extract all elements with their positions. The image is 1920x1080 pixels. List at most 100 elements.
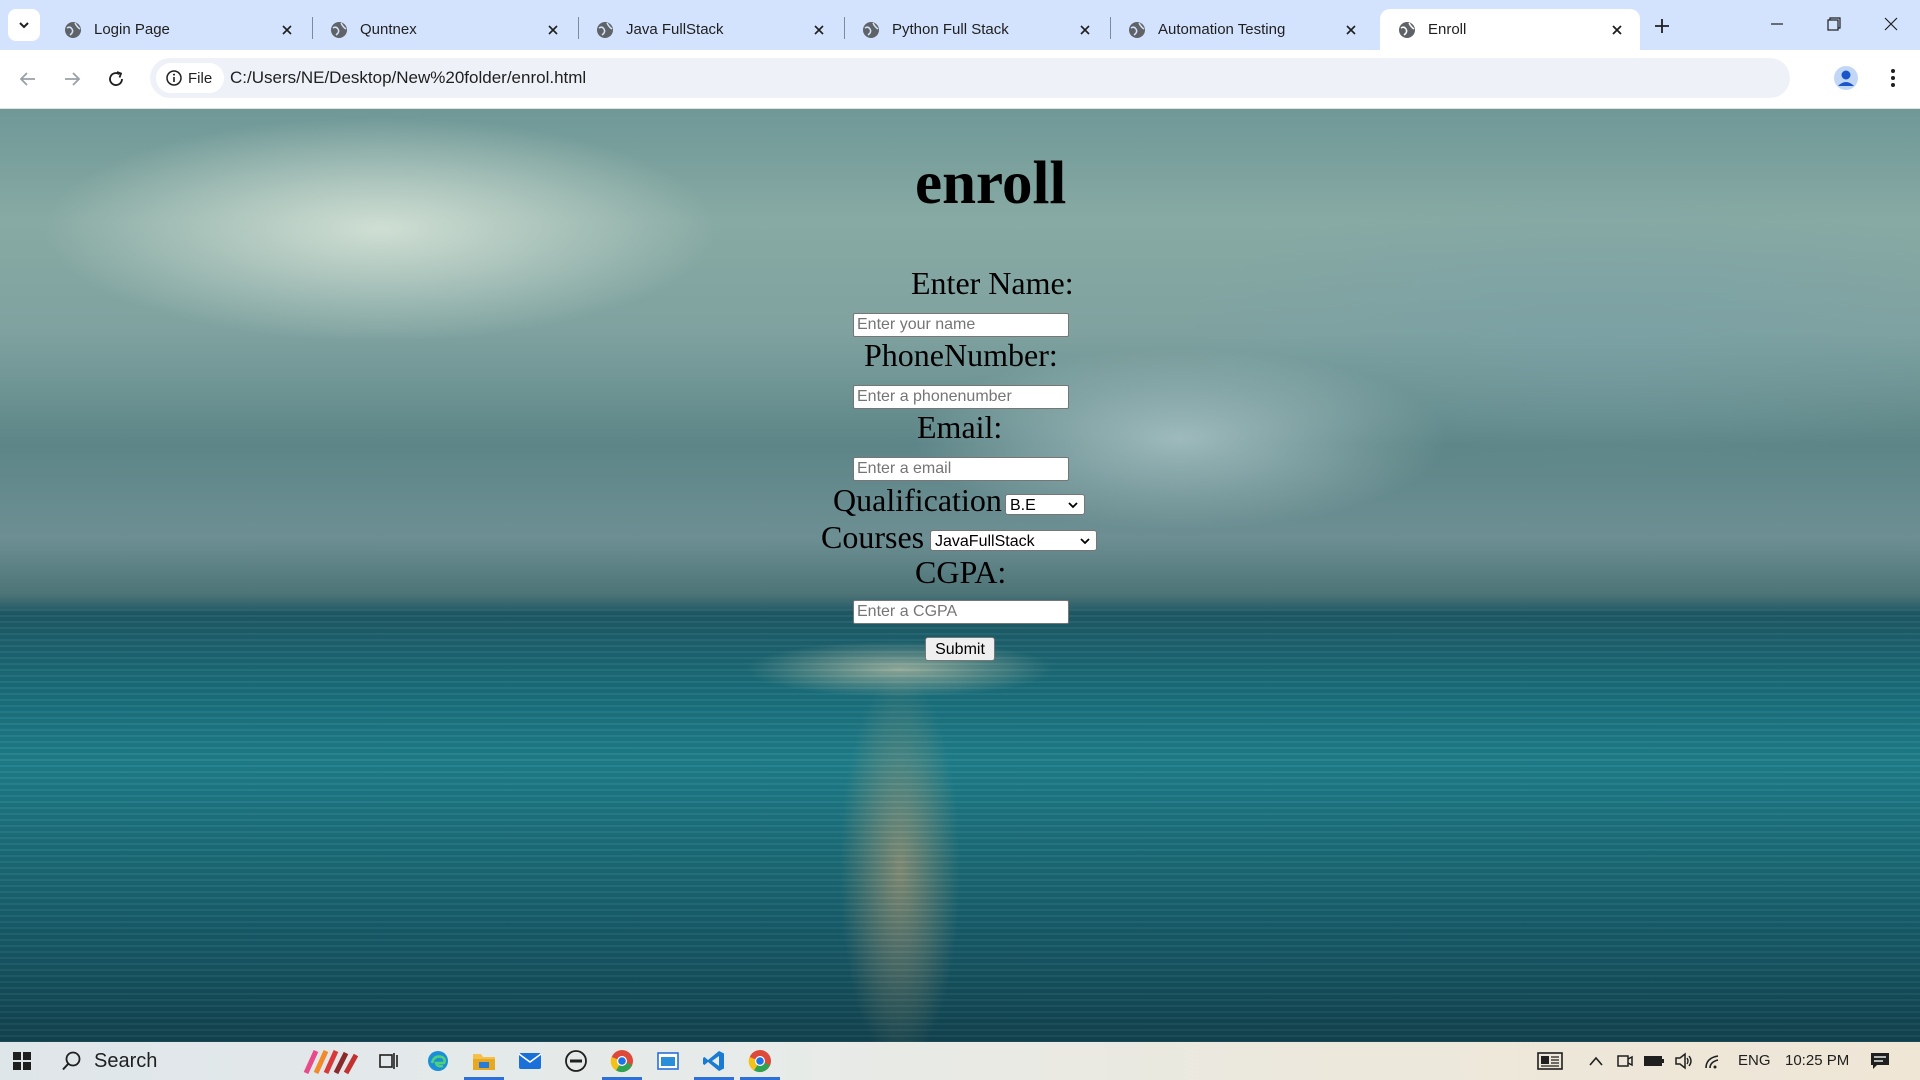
wifi-icon	[1705, 1055, 1719, 1069]
mail-icon	[518, 1053, 542, 1069]
taskbar-search-label[interactable]: Search	[94, 1042, 157, 1080]
name-input[interactable]: Enter your name	[853, 313, 1069, 337]
minimize-button[interactable]	[1748, 0, 1806, 48]
courses-select[interactable]: JavaFullStack	[930, 530, 1097, 551]
chevron-down-icon	[1068, 502, 1078, 509]
speaker-icon	[1675, 1052, 1692, 1070]
tray-battery[interactable]	[1640, 1045, 1668, 1077]
back-button[interactable]	[12, 63, 44, 95]
taskbar-edge[interactable]	[422, 1045, 454, 1077]
tray-volume[interactable]	[1670, 1045, 1698, 1077]
more-vertical-icon	[1891, 69, 1895, 87]
plus-icon	[1655, 19, 1669, 33]
qualification-label: Qualification	[833, 482, 1002, 518]
arrow-right-icon	[65, 72, 81, 86]
phone-input[interactable]: Enter a phonenumber	[853, 385, 1069, 409]
profile-button[interactable]	[1830, 62, 1862, 94]
cgpa-label: CGPA:	[915, 554, 1007, 590]
tray-overflow[interactable]	[1580, 1045, 1612, 1077]
window-icon	[657, 1052, 679, 1070]
page-viewport: enroll Enter Name: Enter your name Phone…	[0, 109, 1920, 1042]
notification-icon	[1871, 1053, 1889, 1069]
submit-button[interactable]: Submit	[925, 637, 995, 661]
tray-wifi[interactable]	[1700, 1045, 1728, 1077]
globe-icon	[65, 21, 81, 38]
cgpa-input[interactable]: Enter a CGPA	[853, 600, 1069, 624]
close-icon[interactable]	[1074, 19, 1096, 41]
crayons-icon	[303, 1049, 359, 1075]
forward-button[interactable]	[56, 63, 88, 95]
taskbar-chrome[interactable]	[606, 1045, 638, 1077]
tab-search-button[interactable]	[8, 9, 40, 41]
enroll-form: enroll Enter Name: Enter your name Phone…	[0, 109, 1920, 1042]
search-icon	[62, 1051, 81, 1071]
chrome-icon	[610, 1050, 633, 1073]
taskbar-search[interactable]	[56, 1045, 88, 1077]
task-view-button[interactable]	[373, 1045, 405, 1077]
courses-label: Courses	[821, 519, 925, 555]
name-label: Enter Name:	[911, 265, 1074, 301]
battery-icon	[1644, 1056, 1664, 1066]
page-title: enroll	[915, 150, 1067, 217]
tray-meet[interactable]	[1611, 1045, 1639, 1077]
start-button[interactable]	[6, 1045, 38, 1077]
close-icon[interactable]	[808, 19, 830, 41]
language-indicator[interactable]: ENG	[1738, 1042, 1771, 1080]
tab-quntnex[interactable]: Quntnex	[312, 9, 576, 50]
tab-enroll[interactable]: Enroll	[1380, 9, 1640, 50]
qualification-value: B.E	[1010, 497, 1036, 514]
globe-icon	[331, 21, 347, 38]
menu-button[interactable]	[1878, 62, 1908, 94]
phone-label: PhoneNumber:	[864, 337, 1058, 373]
folder-icon	[473, 1054, 495, 1070]
url-text[interactable]: C:/Users/NE/Desktop/New%20folder/enrol.h…	[230, 58, 586, 98]
taskbar-mail[interactable]	[514, 1045, 546, 1077]
close-icon[interactable]	[276, 19, 298, 41]
taskbar-window-app[interactable]	[652, 1045, 684, 1077]
close-window-button[interactable]	[1862, 0, 1920, 48]
globe-icon	[1129, 21, 1145, 38]
reload-button[interactable]	[100, 63, 132, 95]
vscode-icon	[703, 1051, 724, 1071]
clock[interactable]: 10:25 PM	[1785, 1042, 1849, 1080]
tab-title: Java FullStack	[626, 21, 724, 38]
taskbar-dell[interactable]	[560, 1045, 592, 1077]
qualification-select[interactable]: B.E	[1005, 494, 1085, 515]
arrow-left-icon	[19, 72, 35, 86]
email-input[interactable]: Enter a email	[853, 457, 1069, 481]
taskbar-vscode[interactable]	[698, 1045, 730, 1077]
search-highlight-graphic	[300, 1045, 364, 1077]
taskbar-chrome-active[interactable]	[744, 1045, 776, 1077]
info-icon	[166, 70, 182, 86]
reload-icon	[109, 71, 123, 86]
tray-news[interactable]	[1534, 1045, 1566, 1077]
edge-icon	[428, 1051, 448, 1071]
address-bar[interactable]: File C:/Users/NE/Desktop/New%20folder/en…	[150, 58, 1790, 98]
email-label: Email:	[917, 409, 1003, 445]
tab-title: Python Full Stack	[892, 21, 1009, 38]
tab-java-fullstack[interactable]: Java FullStack	[578, 9, 842, 50]
tab-strip: Login Page Quntnex Java FullStack Python…	[0, 0, 1920, 50]
tab-python-full-stack[interactable]: Python Full Stack	[844, 9, 1108, 50]
new-tab-button[interactable]	[1648, 12, 1676, 40]
tab-login-page[interactable]: Login Page	[46, 9, 310, 50]
camera-icon	[1617, 1055, 1633, 1067]
tab-title: Automation Testing	[1158, 21, 1286, 38]
taskbar: Search ENG 10:25 PM	[0, 1042, 1920, 1080]
chevron-down-icon	[1080, 538, 1090, 545]
close-icon[interactable]	[1340, 19, 1362, 41]
site-info-label: File	[188, 69, 213, 87]
close-icon[interactable]	[1606, 19, 1628, 41]
restore-button[interactable]	[1805, 0, 1863, 48]
close-icon[interactable]	[542, 19, 564, 41]
globe-icon	[863, 21, 879, 38]
site-info-chip[interactable]: File	[156, 63, 224, 93]
windows-icon	[13, 1052, 31, 1070]
notifications-button[interactable]	[1864, 1045, 1896, 1077]
avatar-icon	[1834, 66, 1858, 90]
browser-toolbar: File C:/Users/NE/Desktop/New%20folder/en…	[0, 50, 1920, 109]
chevron-down-icon	[19, 22, 29, 29]
tab-automation-testing[interactable]: Automation Testing	[1110, 9, 1374, 50]
taskbar-file-explorer[interactable]	[468, 1045, 500, 1077]
task-view-icon	[379, 1053, 398, 1069]
